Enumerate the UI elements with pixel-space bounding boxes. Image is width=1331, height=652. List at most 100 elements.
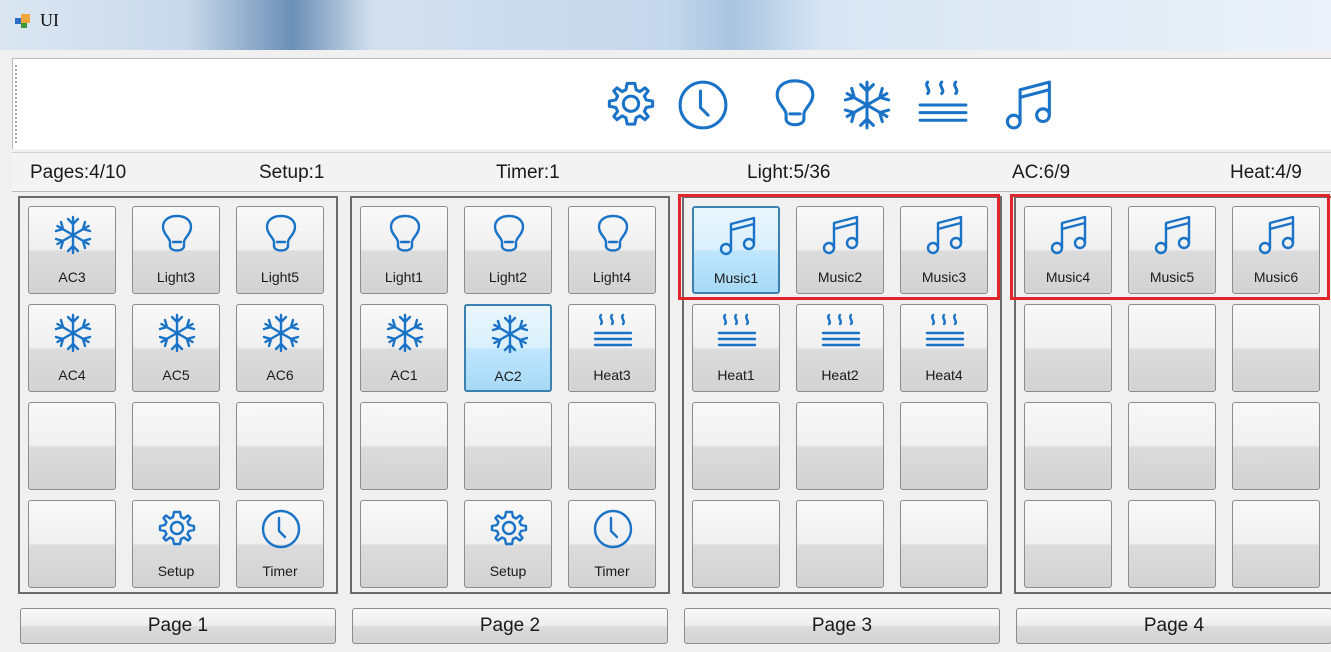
lightbulb-icon bbox=[775, 79, 815, 127]
device-button-light1[interactable]: Light1 bbox=[360, 206, 448, 294]
page-button-3[interactable]: Page 3 bbox=[684, 608, 1000, 644]
device-button-heat4[interactable]: Heat4 bbox=[900, 304, 988, 392]
empty-slot[interactable] bbox=[692, 402, 780, 490]
empty-slot[interactable] bbox=[568, 402, 656, 490]
snowflake-icon bbox=[262, 313, 300, 353]
heat-count: Heat:4/9 bbox=[1230, 162, 1302, 183]
toolbar-snowflake-button[interactable] bbox=[839, 77, 895, 133]
device-button-setup[interactable]: Setup bbox=[464, 500, 552, 588]
highlight-box bbox=[1010, 194, 1330, 300]
device-label: Heat1 bbox=[717, 367, 755, 383]
gear-icon bbox=[158, 510, 196, 546]
pages-count: Pages:4/10 bbox=[30, 162, 127, 183]
setup-count: Setup:1 bbox=[259, 162, 325, 183]
device-button-ac4[interactable]: AC4 bbox=[28, 304, 116, 392]
empty-slot[interactable] bbox=[796, 402, 884, 490]
window-title: UI bbox=[40, 10, 59, 30]
empty-slot[interactable] bbox=[900, 500, 988, 588]
device-label: AC3 bbox=[58, 269, 86, 285]
app-window-icon bbox=[15, 14, 30, 28]
clock-icon bbox=[678, 80, 728, 130]
empty-slot[interactable] bbox=[1232, 304, 1320, 392]
device-label: AC4 bbox=[58, 367, 86, 383]
snowflake-icon bbox=[54, 313, 92, 353]
device-label: Heat2 bbox=[821, 367, 859, 383]
heat-icon bbox=[593, 313, 633, 347]
page-panel-4: Music4 Music5 Music6 Page 4 bbox=[1010, 194, 1331, 650]
empty-slot[interactable] bbox=[1232, 402, 1320, 490]
device-button-ac6[interactable]: AC6 bbox=[236, 304, 324, 392]
device-button-heat3[interactable]: Heat3 bbox=[568, 304, 656, 392]
device-button-timer[interactable]: Timer bbox=[568, 500, 656, 588]
toolbar-music-button[interactable] bbox=[1001, 77, 1057, 133]
toolbar-grip[interactable] bbox=[15, 65, 19, 143]
device-label: AC2 bbox=[494, 368, 522, 384]
toolbar-clock-button[interactable] bbox=[675, 77, 731, 133]
snowflake-icon bbox=[843, 80, 891, 130]
empty-slot[interactable] bbox=[796, 500, 884, 588]
device-button-timer[interactable]: Timer bbox=[236, 500, 324, 588]
page-button-2[interactable]: Page 2 bbox=[352, 608, 668, 644]
highlight-box bbox=[678, 194, 1000, 300]
empty-slot[interactable] bbox=[236, 402, 324, 490]
empty-slot[interactable] bbox=[132, 402, 220, 490]
title-bar: UI bbox=[0, 0, 1331, 50]
device-label: Heat4 bbox=[925, 367, 963, 383]
device-label: Light1 bbox=[384, 269, 424, 285]
device-button-ac5[interactable]: AC5 bbox=[132, 304, 220, 392]
toolbar-heat-button[interactable] bbox=[915, 77, 971, 133]
empty-slot[interactable] bbox=[360, 500, 448, 588]
device-label: AC5 bbox=[162, 367, 190, 383]
device-label: Timer bbox=[594, 563, 630, 579]
music-icon bbox=[1005, 80, 1051, 130]
empty-slot[interactable] bbox=[692, 500, 780, 588]
device-button-setup[interactable]: Setup bbox=[132, 500, 220, 588]
lightbulb-icon bbox=[597, 214, 629, 252]
snowflake-icon bbox=[491, 314, 529, 354]
lightbulb-icon bbox=[161, 214, 193, 252]
empty-slot[interactable] bbox=[1024, 304, 1112, 392]
lightbulb-icon bbox=[493, 214, 525, 252]
device-button-heat1[interactable]: Heat1 bbox=[692, 304, 780, 392]
timer-count: Timer:1 bbox=[496, 162, 560, 183]
device-label: Timer bbox=[262, 563, 298, 579]
device-button-heat2[interactable]: Heat2 bbox=[796, 304, 884, 392]
device-label: Setup bbox=[157, 563, 195, 579]
empty-slot[interactable] bbox=[464, 402, 552, 490]
empty-slot[interactable] bbox=[1024, 402, 1112, 490]
device-label: Light5 bbox=[260, 269, 300, 285]
device-button-ac3[interactable]: AC3 bbox=[28, 206, 116, 294]
device-button-light2[interactable]: Light2 bbox=[464, 206, 552, 294]
page-panel-2: Light1 Light2 Light4 AC1 AC2 Heat3 Setup Timer P… bbox=[350, 196, 670, 650]
empty-slot[interactable] bbox=[28, 500, 116, 588]
lightbulb-icon bbox=[265, 214, 297, 252]
device-label: Setup bbox=[489, 563, 527, 579]
empty-slot[interactable] bbox=[360, 402, 448, 490]
clock-icon bbox=[261, 509, 301, 549]
empty-slot[interactable] bbox=[900, 402, 988, 490]
snowflake-icon bbox=[158, 313, 196, 353]
device-label: AC1 bbox=[390, 367, 418, 383]
empty-slot[interactable] bbox=[1128, 304, 1216, 392]
snowflake-icon bbox=[386, 313, 424, 353]
page-button-4[interactable]: Page 4 bbox=[1016, 608, 1331, 644]
empty-slot[interactable] bbox=[1232, 500, 1320, 588]
toolbar-gear-button[interactable] bbox=[603, 77, 659, 133]
device-label: Light2 bbox=[488, 269, 528, 285]
device-button-ac2[interactable]: AC2 bbox=[464, 304, 552, 392]
empty-slot[interactable] bbox=[1128, 402, 1216, 490]
snowflake-icon bbox=[54, 215, 92, 255]
empty-slot[interactable] bbox=[1128, 500, 1216, 588]
toolbar-lightbulb-button[interactable] bbox=[767, 77, 823, 133]
page-button-1[interactable]: Page 1 bbox=[20, 608, 336, 644]
empty-slot[interactable] bbox=[28, 402, 116, 490]
device-button-light4[interactable]: Light4 bbox=[568, 206, 656, 294]
device-button-light3[interactable]: Light3 bbox=[132, 206, 220, 294]
device-label: Light4 bbox=[592, 269, 632, 285]
device-button-light5[interactable]: Light5 bbox=[236, 206, 324, 294]
gear-icon bbox=[490, 510, 528, 546]
empty-slot[interactable] bbox=[1024, 500, 1112, 588]
device-button-ac1[interactable]: AC1 bbox=[360, 304, 448, 392]
device-label: AC6 bbox=[266, 367, 294, 383]
ac-count: AC:6/9 bbox=[1012, 162, 1071, 183]
